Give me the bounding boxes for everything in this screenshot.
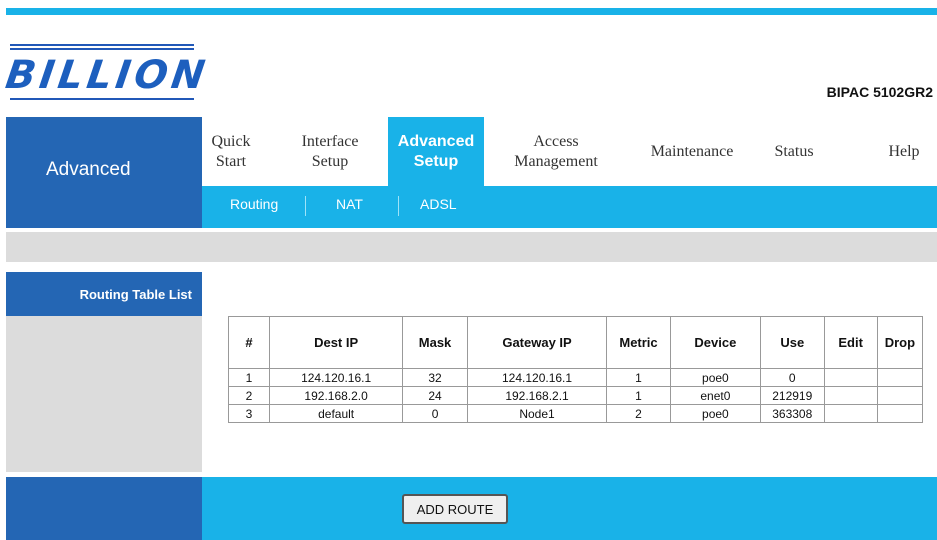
- cell-mask: 24: [402, 386, 468, 405]
- cell-mask: 0: [402, 404, 468, 423]
- cell-device: enet0: [669, 386, 761, 405]
- cell-use: 363308: [759, 404, 825, 423]
- tab-interface-setup[interactable]: Interface Setup: [290, 117, 370, 186]
- subtab-routing[interactable]: Routing: [230, 196, 278, 212]
- logo-rule-bottom: [10, 98, 194, 100]
- add-route-button[interactable]: ADD ROUTE: [402, 494, 508, 524]
- cell-metric: 1: [606, 386, 671, 405]
- cell-dest-ip: 192.168.2.0: [268, 386, 404, 405]
- logo-text: BILLION: [2, 53, 212, 98]
- cell-gateway-ip: 192.168.2.1: [466, 386, 608, 405]
- cell-index: 2: [228, 386, 270, 405]
- col-header-drop: Drop: [876, 316, 924, 369]
- cell-metric: 1: [606, 368, 671, 387]
- logo-rule-top-2: [10, 48, 194, 50]
- separator-band: [6, 232, 937, 262]
- model-name: BIPAC 5102GR2: [826, 84, 933, 100]
- table-row: 2 192.168.2.0 24 192.168.2.1 1 enet0 212…: [228, 386, 924, 405]
- col-header-mask: Mask: [402, 316, 468, 369]
- tab-status[interactable]: Status: [764, 117, 824, 186]
- cell-device: poe0: [669, 404, 761, 423]
- col-header-device: Device: [669, 316, 761, 369]
- footer-action-bar: [202, 477, 937, 540]
- cell-mask: 32: [402, 368, 468, 387]
- subtab-divider: [398, 196, 399, 216]
- cell-drop[interactable]: [876, 386, 924, 405]
- sub-nav: Routing NAT ADSL: [202, 186, 937, 228]
- top-accent-bar: [6, 8, 937, 15]
- cell-use: 212919: [759, 386, 825, 405]
- cell-index: 1: [228, 368, 270, 387]
- tab-maintenance[interactable]: Maintenance: [634, 117, 750, 186]
- main-nav: Quick Start Interface Setup Advanced Set…: [202, 117, 937, 186]
- logo-rule-top: [10, 44, 194, 46]
- cell-gateway-ip: Node1: [466, 404, 608, 423]
- nav-section-title: Advanced: [46, 159, 131, 180]
- cell-edit[interactable]: [823, 404, 878, 423]
- cell-device: poe0: [669, 368, 761, 387]
- cell-dest-ip: default: [268, 404, 404, 423]
- cell-drop[interactable]: [876, 404, 924, 423]
- routing-table: # Dest IP Mask Gateway IP Metric Device …: [228, 316, 924, 423]
- tab-advanced-setup[interactable]: Advanced Setup: [388, 117, 484, 186]
- tab-quick-start[interactable]: Quick Start: [202, 117, 260, 186]
- col-header-edit: Edit: [823, 316, 878, 369]
- cell-dest-ip: 124.120.16.1: [268, 368, 404, 387]
- col-header-use: Use: [759, 316, 825, 369]
- cell-gateway-ip: 124.120.16.1: [466, 368, 608, 387]
- table-row: 3 default 0 Node1 2 poe0 363308: [228, 404, 924, 423]
- subtab-divider: [305, 196, 306, 216]
- subtab-nat[interactable]: NAT: [336, 196, 363, 212]
- col-header-index: #: [228, 316, 270, 369]
- cell-metric: 2: [606, 404, 671, 423]
- routing-table-list-label: Routing Table List: [6, 272, 202, 316]
- tab-help[interactable]: Help: [880, 117, 928, 186]
- table-row: 1 124.120.16.1 32 124.120.16.1 1 poe0 0: [228, 368, 924, 387]
- col-header-gateway-ip: Gateway IP: [466, 316, 608, 369]
- col-header-dest-ip: Dest IP: [268, 316, 404, 369]
- billion-logo: BILLION: [3, 44, 211, 100]
- cell-edit[interactable]: [823, 386, 878, 405]
- cell-use: 0: [759, 368, 825, 387]
- col-header-metric: Metric: [606, 316, 671, 369]
- table-header-row: # Dest IP Mask Gateway IP Metric Device …: [228, 316, 924, 369]
- nav-section-panel: Advanced: [6, 117, 202, 228]
- footer-left-panel: [6, 477, 202, 540]
- subtab-adsl[interactable]: ADSL: [420, 196, 457, 212]
- cell-index: 3: [228, 404, 270, 423]
- cell-edit[interactable]: [823, 368, 878, 387]
- cell-drop[interactable]: [876, 368, 924, 387]
- tab-access-management[interactable]: Access Management: [498, 117, 614, 186]
